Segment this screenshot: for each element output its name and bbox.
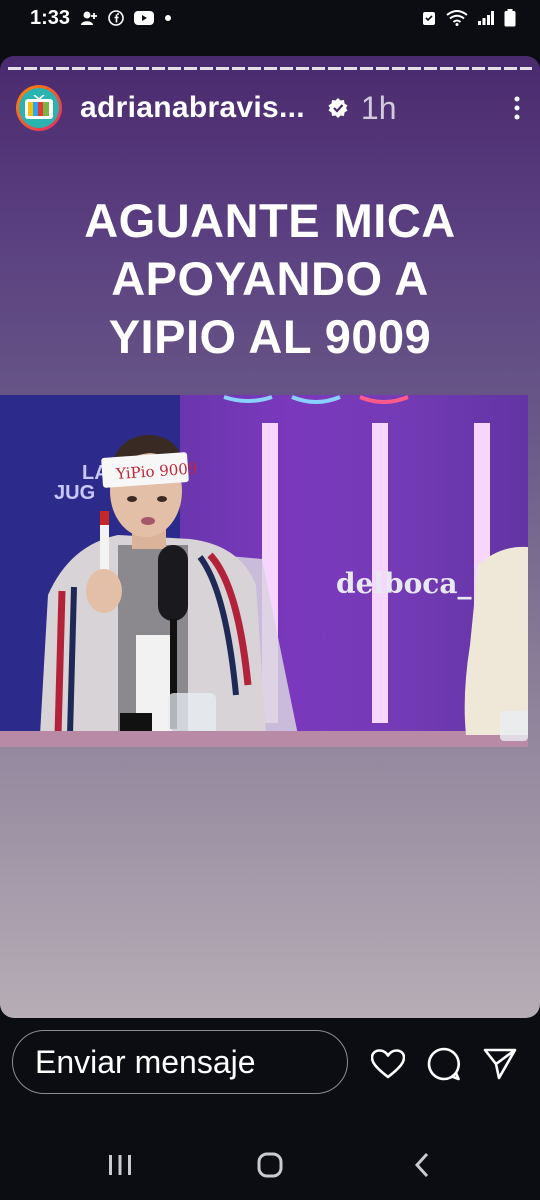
story-time-ago: 1h <box>360 89 397 126</box>
story-video[interactable]: LA JUG YiPio 9009 delboca_ <box>0 395 528 747</box>
facebook-icon <box>108 10 124 26</box>
video-watermark: delboca_ <box>336 567 472 600</box>
verified-badge-icon <box>327 97 349 119</box>
more-options-icon[interactable] <box>514 96 526 120</box>
caption-line-1: AGUANTE MICA <box>84 194 456 247</box>
story-header: adrianabravis... 1h <box>16 82 526 134</box>
caption-line-3: YIPIO AL 9009 <box>108 310 432 363</box>
signal-icon <box>478 11 494 25</box>
wifi-icon <box>446 10 468 26</box>
story-progress-bar <box>8 67 532 70</box>
dot-icon <box>164 14 172 22</box>
send-icon[interactable] <box>482 1046 518 1082</box>
tv-logo-icon <box>19 88 59 128</box>
youtube-icon <box>134 11 155 25</box>
send-message-input[interactable]: Enviar mensaje <box>12 1030 348 1094</box>
person-notification-icon <box>80 10 98 26</box>
battery-icon <box>504 9 516 27</box>
heart-icon[interactable] <box>370 1046 406 1082</box>
story-viewer[interactable]: adrianabravis... 1h AGUANTE MICA APOYAND… <box>0 56 540 1018</box>
system-nav-bar <box>0 1130 540 1200</box>
message-bar: Enviar mensaje <box>0 1028 540 1100</box>
home-icon[interactable] <box>250 1148 290 1182</box>
story-username[interactable]: adrianabravis... <box>80 91 305 125</box>
backdrop-text-2: JUG <box>54 482 95 504</box>
avatar[interactable] <box>16 85 62 131</box>
send-message-placeholder: Enviar mensaje <box>35 1043 256 1080</box>
back-icon[interactable] <box>402 1148 442 1182</box>
comment-icon[interactable] <box>426 1046 462 1082</box>
recents-icon[interactable] <box>100 1148 140 1182</box>
status-time: 1:33 <box>30 6 71 29</box>
caption-line-2: APOYANDO A <box>111 252 429 305</box>
alarm-icon <box>422 10 436 26</box>
status-bar: 1:33 <box>0 0 540 36</box>
story-caption: AGUANTE MICA APOYANDO A YIPIO AL 9009 <box>0 192 540 366</box>
